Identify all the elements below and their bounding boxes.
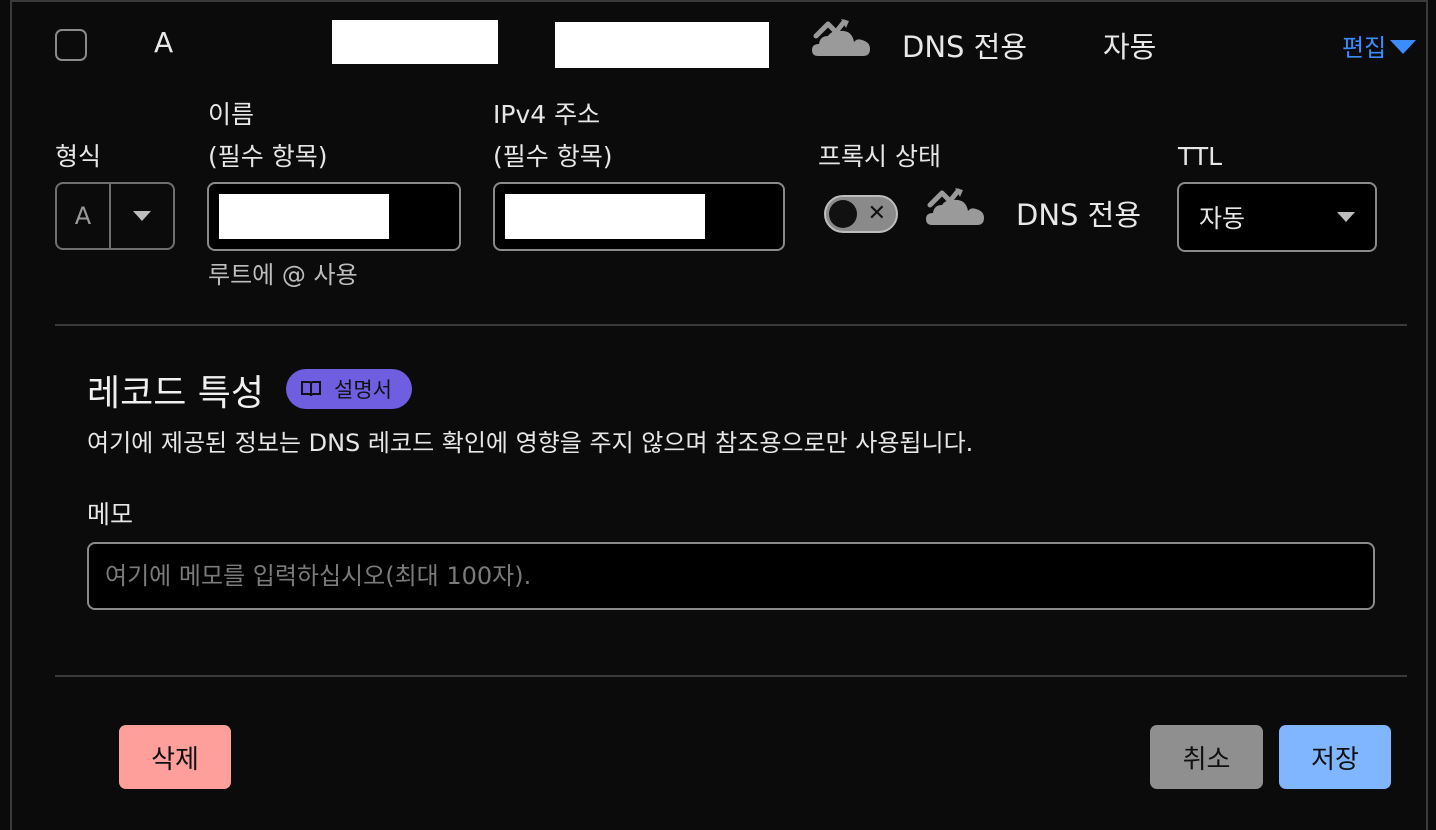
ttl-label: TTL [1178, 142, 1223, 171]
redacted-record-content [555, 22, 769, 68]
proxy-toggle[interactable]: ✕ [824, 195, 898, 233]
ipv4-required-text: (필수 항목) [493, 142, 613, 171]
ipv4-label: IPv4 주소 (필수 항목) [493, 94, 612, 178]
save-button[interactable]: 저장 [1279, 725, 1391, 789]
documentation-label: 설명서 [334, 378, 392, 402]
name-hint: 루트에 @ 사용 [208, 261, 358, 289]
toggle-knob [829, 200, 857, 228]
divider [55, 675, 1407, 677]
type-select-arrow[interactable] [111, 184, 173, 248]
edit-label: 편집 [1342, 34, 1387, 62]
proxy-status-label: 프록시 상태 [818, 142, 941, 171]
ttl-select-value: 자동 [1199, 204, 1246, 233]
divider [55, 324, 1407, 326]
dropdown-arrow-icon [1337, 212, 1355, 222]
name-label: 이름 (필수 항목) [208, 94, 327, 178]
ipv4-label-text: IPv4 주소 [493, 100, 601, 129]
edit-toggle-link[interactable]: 편집 [1342, 28, 1417, 63]
dns-record-editor: A DNS 전용 자동 편집 형식 이름 (필수 항목) IPv4 주소 (필수… [10, 0, 1428, 830]
memo-field[interactable] [87, 542, 1375, 610]
cancel-button[interactable]: 취소 [1150, 725, 1263, 789]
caret-down-icon [1390, 39, 1417, 54]
delete-button[interactable]: 삭제 [119, 725, 231, 789]
name-required-text: (필수 항목) [208, 142, 328, 171]
toggle-off-icon: ✕ [867, 201, 886, 226]
record-properties-description: 여기에 제공된 정보는 DNS 레코드 확인에 영향을 주지 않으며 참조용으로… [87, 429, 974, 457]
proxy-status-value: DNS 전용 [1016, 198, 1142, 232]
dns-only-cloud-icon [926, 188, 984, 225]
ttl-select[interactable]: 자동 [1177, 182, 1377, 252]
redacted-record-name [332, 20, 498, 64]
record-ttl: 자동 [1103, 30, 1157, 64]
memo-input[interactable] [105, 562, 1373, 590]
type-select-value: A [57, 184, 111, 248]
type-select[interactable]: A [55, 182, 175, 250]
documentation-badge[interactable]: 설명서 [286, 369, 412, 409]
book-icon [301, 381, 321, 397]
dns-only-cloud-icon [812, 19, 870, 56]
type-label: 형식 [55, 142, 102, 171]
memo-label: 메모 [87, 500, 134, 529]
redacted-ipv4-value [505, 194, 705, 239]
record-properties-title: 레코드 특성 [87, 373, 265, 414]
dropdown-arrow-icon [133, 211, 151, 221]
record-proxy-status: DNS 전용 [902, 30, 1028, 64]
record-type: A [154, 26, 174, 59]
redacted-name-value [219, 194, 389, 239]
name-label-text: 이름 [208, 100, 255, 129]
record-select-checkbox[interactable] [55, 29, 87, 61]
